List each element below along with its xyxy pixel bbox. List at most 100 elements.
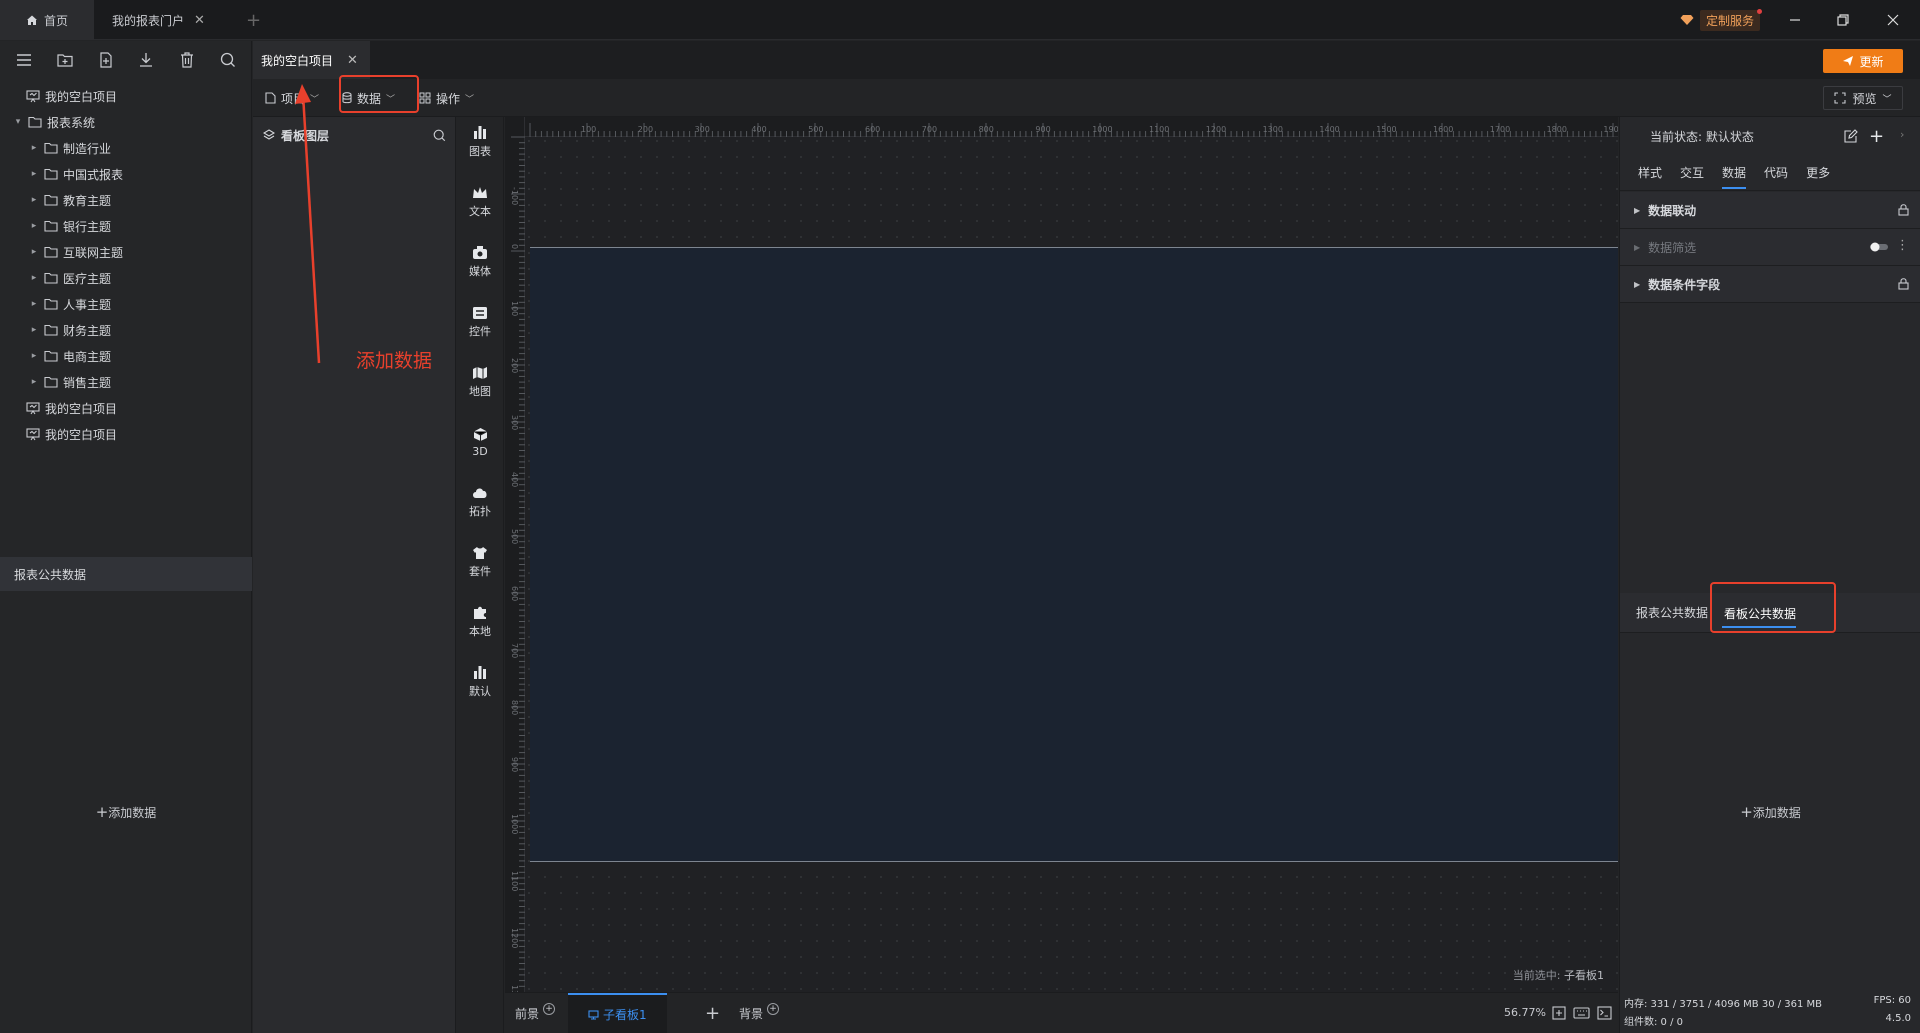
menu-icon[interactable]: [13, 49, 35, 71]
tree-item-folder[interactable]: ▸ 互联网主题: [0, 239, 252, 265]
tree-item-folder[interactable]: ▸ 电商主题: [0, 343, 252, 369]
tree-item-folder[interactable]: ▾ 报表系统: [0, 109, 252, 135]
new-tab-icon[interactable]: +: [246, 10, 261, 31]
sub-board-tab[interactable]: 子看板1: [568, 993, 667, 1033]
close-icon[interactable]: ✕: [347, 53, 358, 68]
caret-right-icon[interactable]: ▸: [28, 377, 40, 387]
section-data-filter[interactable]: ▶ 数据筛选 ⋮: [1620, 229, 1920, 266]
close-icon[interactable]: ✕: [194, 13, 205, 28]
close-window-button[interactable]: [1881, 8, 1905, 32]
more-vertical-icon[interactable]: ⋮: [1896, 238, 1909, 253]
filter-toggle[interactable]: [1869, 242, 1891, 252]
ruler-label: 600: [865, 125, 881, 134]
add-data-button[interactable]: +添加数据: [1620, 803, 1920, 821]
component-default[interactable]: 默认: [456, 657, 504, 707]
lock-icon: [1898, 277, 1909, 290]
search-icon[interactable]: [433, 129, 446, 142]
component-local[interactable]: 本地: [456, 597, 504, 647]
add-data-button[interactable]: +添加数据: [0, 803, 252, 821]
tree-item-folder[interactable]: ▸ 销售主题: [0, 369, 252, 395]
tree-item-label: 人事主题: [63, 297, 112, 312]
component-suite[interactable]: 套件: [456, 537, 504, 587]
add-board-button[interactable]: +: [705, 993, 720, 1033]
add-circle-icon[interactable]: +: [543, 1002, 556, 1015]
tree-item-folder[interactable]: ▸ 医疗主题: [0, 265, 252, 291]
component-3d[interactable]: 3D: [456, 417, 504, 467]
add-circle-icon[interactable]: +: [767, 1002, 780, 1015]
component-text[interactable]: 文本: [456, 177, 504, 227]
dashboard-board[interactable]: [530, 247, 1618, 862]
section-data-condition-fields[interactable]: ▶ 数据条件字段: [1620, 266, 1920, 303]
caret-right-icon[interactable]: ▸: [28, 143, 40, 153]
report-public-data-header[interactable]: 报表公共数据: [0, 557, 252, 591]
ruler-label: -100: [510, 187, 519, 206]
component-media[interactable]: 媒体: [456, 237, 504, 287]
caret-right-icon[interactable]: ▸: [28, 299, 40, 309]
update-button[interactable]: 更新: [1823, 49, 1903, 73]
section-data-linkage[interactable]: ▶ 数据联动: [1620, 192, 1920, 229]
tab-data[interactable]: 数据: [1722, 164, 1747, 189]
trash-icon[interactable]: [176, 49, 198, 71]
window-tab-portal[interactable]: 我的报表门户 ✕: [94, 0, 223, 40]
tree-item-folder[interactable]: ▸ 教育主题: [0, 187, 252, 213]
preview-button[interactable]: 预览 ﹀: [1823, 86, 1903, 110]
component-topology[interactable]: 拓扑: [456, 477, 504, 527]
component-chart[interactable]: 图表: [456, 117, 504, 167]
search-icon[interactable]: [217, 49, 239, 71]
canvas-area[interactable]: 100 200 300 400 500 600 700 800 900 1000 1100 1200 1…: [505, 117, 1618, 992]
fit-screen-icon[interactable]: [1552, 1006, 1566, 1020]
keyboard-icon[interactable]: [1573, 1007, 1590, 1019]
project-tab[interactable]: 我的空白项目 ✕: [253, 41, 370, 79]
window-tab-home[interactable]: 首页: [0, 0, 95, 40]
caret-down-icon[interactable]: ▾: [12, 117, 24, 127]
restore-button[interactable]: [1831, 8, 1855, 32]
tab-interaction[interactable]: 交互: [1680, 164, 1704, 181]
caret-right-icon[interactable]: ▸: [28, 273, 40, 283]
caret-right-icon[interactable]: ▸: [28, 221, 40, 231]
tree-item-project[interactable]: 我的空白项目: [0, 421, 252, 447]
tree-item-folder[interactable]: ▸ 财务主题: [0, 317, 252, 343]
tree-item-folder[interactable]: ▸ 制造行业: [0, 135, 252, 161]
tree-item-label: 销售主题: [63, 375, 112, 390]
tab-code[interactable]: 代码: [1764, 164, 1788, 181]
caret-right-icon[interactable]: ▸: [28, 351, 40, 361]
chevron-right-icon[interactable]: ›: [1900, 128, 1904, 141]
zoom-level[interactable]: 56.77%: [1504, 1006, 1546, 1019]
project-board-icon: [26, 401, 40, 415]
folder-add-icon[interactable]: [54, 49, 76, 71]
terminal-icon[interactable]: [1597, 1006, 1612, 1020]
tab-report-public-data[interactable]: 报表公共数据: [1636, 604, 1708, 621]
tree-item-project[interactable]: 我的空白项目: [0, 395, 252, 421]
tree-item-folder[interactable]: ▸ 中国式报表: [0, 161, 252, 187]
foreground-tab[interactable]: 前景 +: [515, 993, 556, 1033]
component-map[interactable]: 地图: [456, 357, 504, 407]
caret-right-icon[interactable]: ▸: [28, 195, 40, 205]
tree-item-project[interactable]: 我的空白项目: [0, 83, 252, 109]
caret-right-icon[interactable]: ▸: [28, 325, 40, 335]
ruler-label: 900: [1035, 125, 1051, 134]
property-panel: 当前状态: 默认状态 + › 样式 交互 数据 代码 更多 ▶ 数据联动 ▶ 数…: [1619, 117, 1920, 1033]
minimize-button[interactable]: [1783, 8, 1807, 32]
tree-item-folder[interactable]: ▸ 人事主题: [0, 291, 252, 317]
background-tab[interactable]: 背景 +: [739, 993, 780, 1033]
caret-right-icon[interactable]: ▸: [28, 247, 40, 257]
component-strip: 图表 文本 媒体 控件 地图 3D 拓扑 套件 本地 默认: [456, 117, 504, 1033]
download-icon[interactable]: [135, 49, 157, 71]
edit-icon[interactable]: [1844, 129, 1858, 143]
tree-item-label: 银行主题: [63, 219, 112, 234]
ruler-label: 1100: [510, 871, 519, 892]
tree-item-folder[interactable]: ▸ 银行主题: [0, 213, 252, 239]
tab-more[interactable]: 更多: [1806, 164, 1830, 181]
component-control[interactable]: 控件: [456, 297, 504, 347]
add-state-icon[interactable]: +: [1869, 126, 1884, 147]
annotation-arrow-icon: [295, 84, 321, 364]
ruler-label: 700: [921, 125, 938, 134]
send-icon: [1843, 56, 1854, 66]
menu-operate[interactable]: 操作 ﹀: [419, 88, 474, 108]
ruler-label: 1200: [1205, 125, 1227, 134]
folder-icon: [28, 116, 42, 128]
custom-service-button[interactable]: 定制服务: [1680, 8, 1763, 31]
caret-right-icon[interactable]: ▸: [28, 169, 40, 179]
tab-style[interactable]: 样式: [1638, 164, 1662, 181]
file-add-icon[interactable]: [95, 49, 117, 71]
